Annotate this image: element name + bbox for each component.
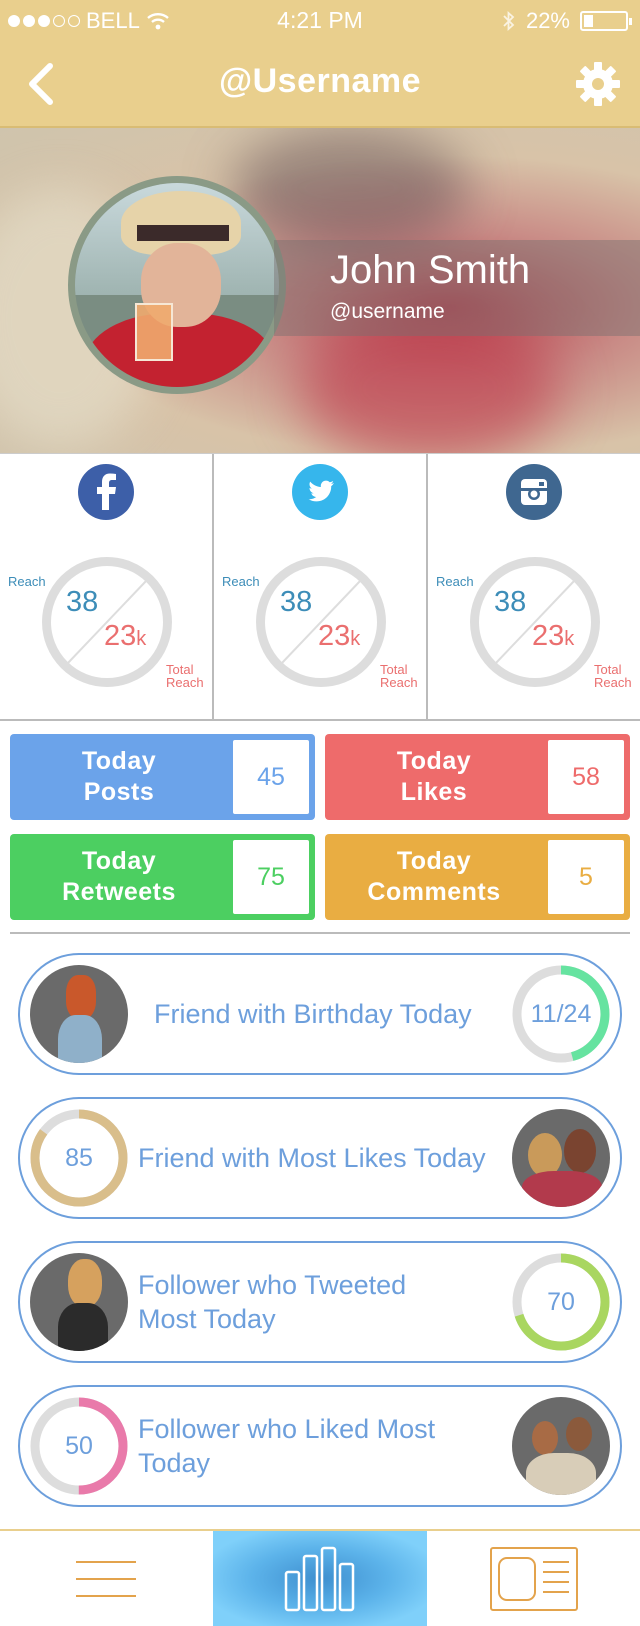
friend-photo[interactable] (512, 1109, 610, 1207)
progress-value: 11/24 (530, 999, 592, 1028)
today-likes-tile[interactable]: Today Likes 58 (325, 734, 630, 820)
total-reach-value: 23k (532, 620, 575, 652)
progress-value: 85 (65, 1143, 93, 1172)
tab-bar (0, 1529, 640, 1626)
tile-value: 58 (548, 740, 624, 814)
battery-icon (580, 11, 632, 31)
total-reach-value: 23k (104, 620, 147, 652)
tile-label: Today Retweets (62, 847, 176, 906)
today-comments-tile[interactable]: Today Comments 5 (325, 834, 630, 920)
social-reach-panel: Reach 38 23k Total Reach Reach 38 23k Tot… (0, 453, 640, 721)
bar-chart-icon (284, 1546, 355, 1611)
reach-value: 38 (280, 586, 313, 618)
total-reach-label: Total Reach (594, 662, 632, 690)
avatar[interactable] (68, 176, 286, 394)
card-most-likes-friend[interactable]: 85 Friend with Most Likes Today (18, 1097, 622, 1219)
progress-ring: 11/24 (512, 965, 610, 1063)
section-divider (10, 932, 630, 934)
menu-icon (76, 1560, 136, 1597)
progress-ring: 70 (512, 1253, 610, 1351)
today-posts-tile[interactable]: Today Posts 45 (10, 734, 315, 820)
friend-photo[interactable] (30, 965, 128, 1063)
reach-value: 38 (66, 586, 99, 618)
profile-name: John Smith (330, 248, 531, 292)
battery-percent: 22% (525, 8, 570, 33)
instagram-icon[interactable] (506, 464, 562, 520)
card-top-tweeter[interactable]: Follower who Tweeted Most Today 70 (18, 1241, 622, 1363)
status-bar: BELL 4:21 PM 22% (0, 0, 640, 42)
tile-label: Today Comments (367, 847, 501, 906)
card-title: Follower who Tweeted Most Today (138, 1270, 407, 1334)
reach-value: 38 (494, 586, 527, 618)
tab-stats[interactable] (213, 1531, 427, 1626)
nav-header: BELL 4:21 PM 22% @Username (0, 0, 640, 128)
progress-value: 70 (547, 1287, 575, 1316)
card-title: Friend with Birthday Today (154, 999, 472, 1029)
profile-banner: John Smith @username (0, 128, 640, 453)
profile-handle: @username (330, 300, 445, 323)
reach-label: Reach (436, 574, 474, 589)
follower-photo[interactable] (30, 1253, 128, 1351)
twitter-reach[interactable]: Reach 38 23k Total Reach (212, 454, 426, 719)
tab-menu[interactable] (0, 1531, 212, 1626)
progress-ring: 50 (30, 1397, 128, 1495)
tile-label: Today Posts (81, 747, 157, 806)
total-reach-value: 23k (318, 620, 361, 652)
progress-value: 50 (65, 1431, 93, 1460)
tile-value: 75 (233, 840, 309, 914)
tile-value: 45 (233, 740, 309, 814)
card-top-liker[interactable]: 50 Follower who Liked Most Today (18, 1385, 622, 1507)
gear-icon[interactable] (576, 62, 620, 106)
today-retweets-tile[interactable]: Today Retweets 75 (10, 834, 315, 920)
tile-value: 5 (548, 840, 624, 914)
bluetooth-icon (503, 10, 515, 32)
total-reach-label: Total Reach (166, 662, 204, 690)
tab-news[interactable] (428, 1531, 640, 1626)
total-reach-label: Total Reach (380, 662, 418, 690)
facebook-reach[interactable]: Reach 38 23k Total Reach (0, 454, 212, 719)
page-title: @Username (218, 62, 422, 100)
news-icon (490, 1546, 578, 1611)
card-title: Follower who Liked Most Today (138, 1414, 436, 1478)
reach-label: Reach (222, 574, 260, 589)
progress-ring: 85 (30, 1109, 128, 1207)
tile-label: Today Likes (396, 747, 472, 806)
card-title: Friend with Most Likes Today (138, 1143, 486, 1173)
facebook-icon[interactable] (78, 464, 134, 520)
reach-label: Reach (8, 574, 46, 589)
twitter-icon[interactable] (292, 464, 348, 520)
follower-photo[interactable] (512, 1397, 610, 1495)
instagram-reach[interactable]: Reach 38 23k Total Reach (426, 454, 640, 719)
card-birthday-friend[interactable]: Friend with Birthday Today 11/24 (18, 953, 622, 1075)
